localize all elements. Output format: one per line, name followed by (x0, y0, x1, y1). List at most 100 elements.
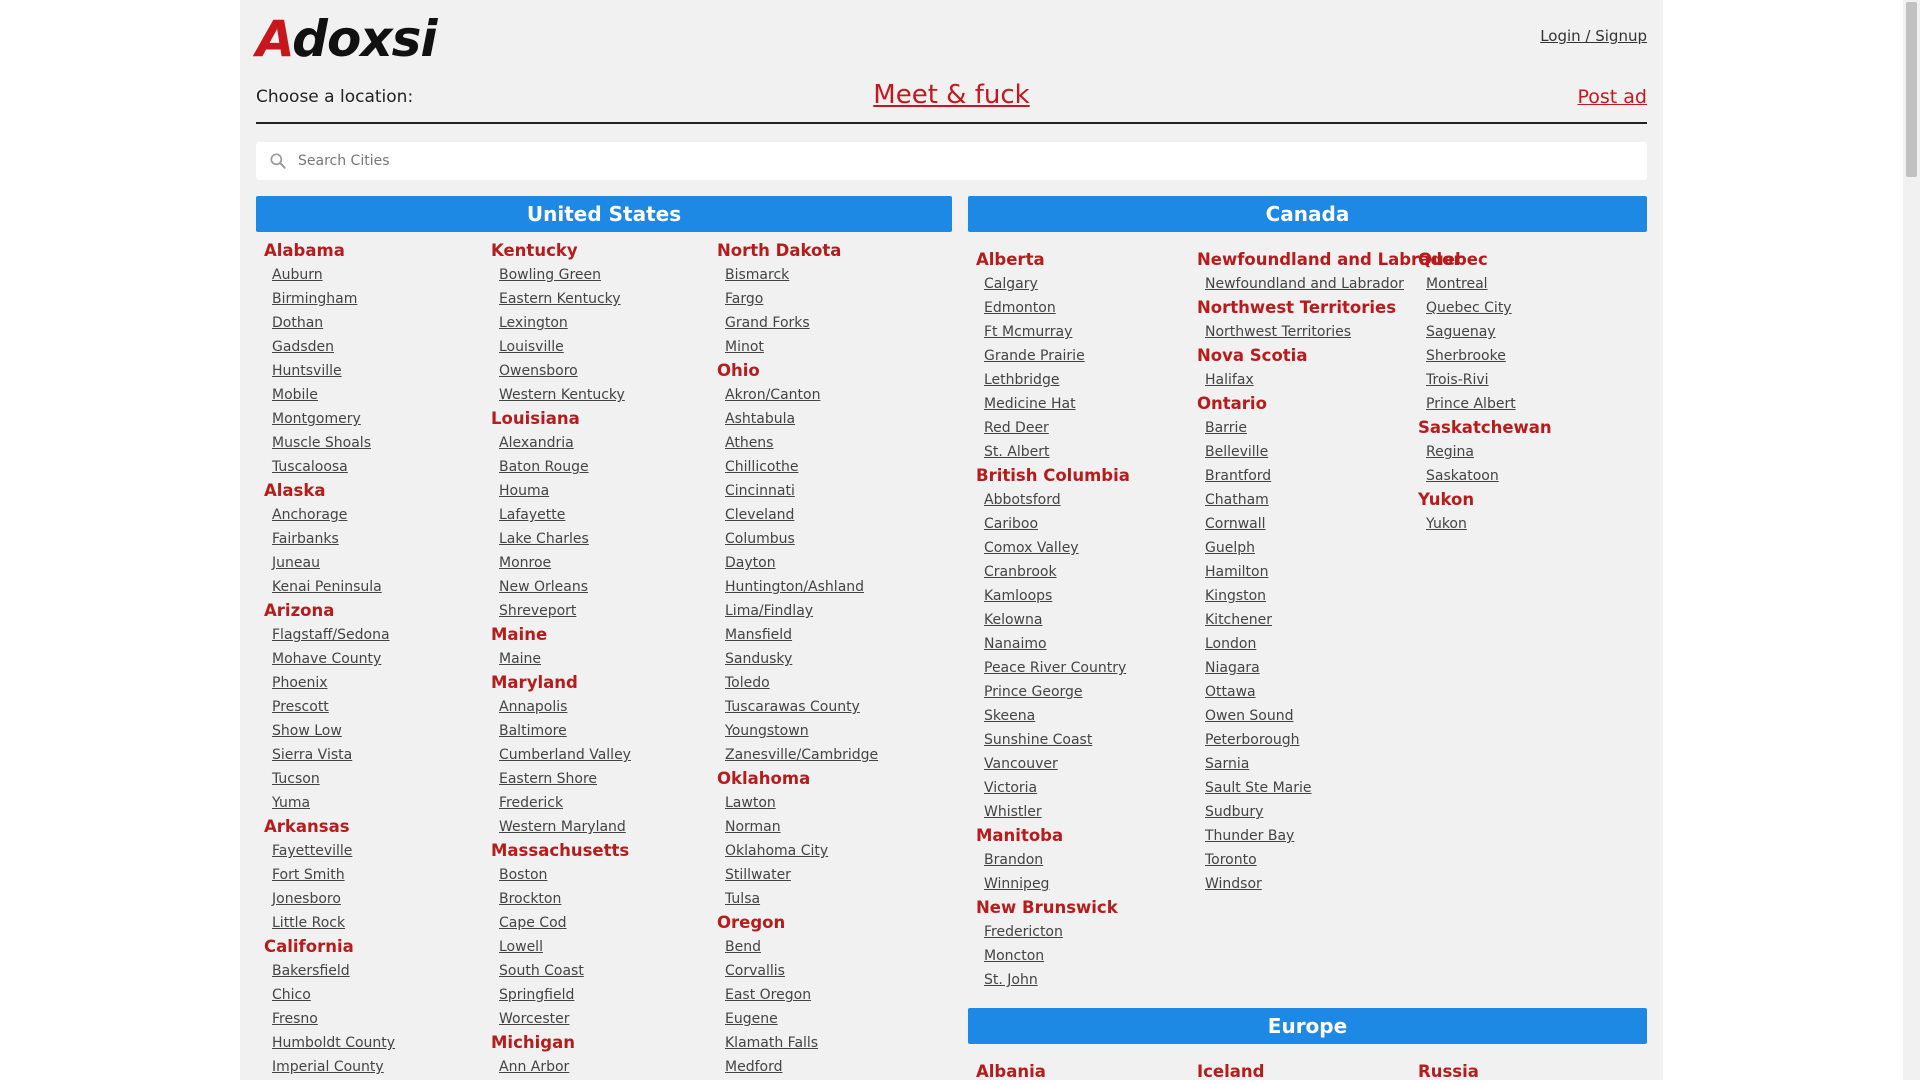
city-link[interactable]: Owensboro (483, 359, 705, 383)
city-link[interactable]: Western Kentucky (483, 383, 705, 407)
city-link[interactable]: Norman (709, 815, 931, 839)
city-link[interactable]: Youngstown (709, 719, 931, 743)
city-link[interactable]: Skeena (968, 704, 1190, 728)
scrollbar-thumb[interactable] (1906, 2, 1917, 177)
city-link[interactable]: Edmonton (968, 296, 1190, 320)
city-link[interactable]: Baton Rouge (483, 455, 705, 479)
city-link[interactable]: Yukon (1410, 512, 1632, 536)
city-link[interactable]: Mansfield (709, 623, 931, 647)
city-link[interactable]: Kamloops (968, 584, 1190, 608)
city-link[interactable]: Cincinnati (709, 479, 931, 503)
city-link[interactable]: Sault Ste Marie (1189, 776, 1411, 800)
city-link[interactable]: Stillwater (709, 863, 931, 887)
city-link[interactable]: Peterborough (1189, 728, 1411, 752)
city-link[interactable]: Prince Albert (1410, 392, 1632, 416)
city-link[interactable]: Chatham (1189, 488, 1411, 512)
city-link[interactable]: Flagstaff/Sedona (256, 623, 478, 647)
city-link[interactable]: Trois-Rivi (1410, 368, 1632, 392)
city-link[interactable]: Huntington/Ashland (709, 575, 931, 599)
city-link[interactable]: Corvallis (709, 959, 931, 983)
city-link[interactable]: Jonesboro (256, 887, 478, 911)
city-link[interactable]: Lafayette (483, 503, 705, 527)
city-link[interactable]: Sunshine Coast (968, 728, 1190, 752)
city-link[interactable]: Toledo (709, 671, 931, 695)
city-link[interactable]: Kelowna (968, 608, 1190, 632)
city-link[interactable]: South Coast (483, 959, 705, 983)
city-link[interactable]: Chillicothe (709, 455, 931, 479)
city-link[interactable]: Gadsden (256, 335, 478, 359)
city-link[interactable]: New Orleans (483, 575, 705, 599)
city-link[interactable]: Huntsville (256, 359, 478, 383)
city-link[interactable]: St. Albert (968, 440, 1190, 464)
city-link[interactable]: Bowling Green (483, 263, 705, 287)
city-link[interactable]: Bismarck (709, 263, 931, 287)
city-link[interactable]: Sherbrooke (1410, 344, 1632, 368)
city-link[interactable]: Lowell (483, 935, 705, 959)
city-link[interactable]: Annapolis (483, 695, 705, 719)
city-link[interactable]: Medford (709, 1055, 931, 1079)
city-link[interactable]: Cranbrook (968, 560, 1190, 584)
city-link[interactable]: Fort Smith (256, 863, 478, 887)
city-link[interactable]: Kingston (1189, 584, 1411, 608)
city-link[interactable]: Eastern Kentucky (483, 287, 705, 311)
city-link[interactable]: Worcester (483, 1007, 705, 1031)
city-link[interactable]: Vancouver (968, 752, 1190, 776)
city-link[interactable]: Brantford (1189, 464, 1411, 488)
city-link[interactable]: Lawton (709, 791, 931, 815)
city-link[interactable]: Quebec City (1410, 296, 1632, 320)
city-link[interactable]: Shreveport (483, 599, 705, 623)
city-link[interactable]: Muscle Shoals (256, 431, 478, 455)
city-link[interactable]: Cornwall (1189, 512, 1411, 536)
city-link[interactable]: Imperial County (256, 1055, 478, 1079)
search-cities-input[interactable] (296, 152, 1647, 170)
city-link[interactable]: Toronto (1189, 848, 1411, 872)
city-link[interactable]: Frederick (483, 791, 705, 815)
city-link[interactable]: Akron/Canton (709, 383, 931, 407)
city-link[interactable]: Guelph (1189, 536, 1411, 560)
city-link[interactable]: Owen Sound (1189, 704, 1411, 728)
city-link[interactable]: Tulsa (709, 887, 931, 911)
city-link[interactable]: Saguenay (1410, 320, 1632, 344)
city-link[interactable]: Cleveland (709, 503, 931, 527)
city-link[interactable]: Brockton (483, 887, 705, 911)
city-link[interactable]: Sudbury (1189, 800, 1411, 824)
city-link[interactable]: Louisville (483, 335, 705, 359)
city-link[interactable]: Zanesville/Cambridge (709, 743, 931, 767)
city-link[interactable]: Lake Charles (483, 527, 705, 551)
city-link[interactable]: Winnipeg (968, 872, 1190, 896)
city-link[interactable]: Eastern Shore (483, 767, 705, 791)
city-link[interactable]: Grande Prairie (968, 344, 1190, 368)
city-link[interactable]: Eugene (709, 1007, 931, 1031)
city-link[interactable]: Oklahoma City (709, 839, 931, 863)
city-link[interactable]: Show Low (256, 719, 478, 743)
city-link[interactable]: Boston (483, 863, 705, 887)
city-link[interactable]: St. John (968, 968, 1190, 992)
city-link[interactable]: Athens (709, 431, 931, 455)
city-link[interactable]: Maine (483, 647, 705, 671)
city-link[interactable]: Prescott (256, 695, 478, 719)
city-link[interactable]: Grand Forks (709, 311, 931, 335)
city-link[interactable]: Anchorage (256, 503, 478, 527)
city-link[interactable]: Humboldt County (256, 1031, 478, 1055)
city-link[interactable]: Klamath Falls (709, 1031, 931, 1055)
city-link[interactable]: Tuscaloosa (256, 455, 478, 479)
city-link[interactable]: Calgary (968, 272, 1190, 296)
city-link[interactable]: Western Maryland (483, 815, 705, 839)
city-link[interactable]: Monroe (483, 551, 705, 575)
city-link[interactable]: Auburn (256, 263, 478, 287)
city-link[interactable]: Montreal (1410, 272, 1632, 296)
city-link[interactable]: Montgomery (256, 407, 478, 431)
city-link[interactable]: Kenai Peninsula (256, 575, 478, 599)
city-link[interactable]: Mohave County (256, 647, 478, 671)
city-link[interactable]: Barrie (1189, 416, 1411, 440)
city-link[interactable]: Fairbanks (256, 527, 478, 551)
post-ad-link[interactable]: Post ad (1578, 86, 1648, 108)
city-link[interactable]: Baltimore (483, 719, 705, 743)
city-link[interactable]: Sarnia (1189, 752, 1411, 776)
city-link[interactable]: Halifax (1189, 368, 1411, 392)
city-link[interactable]: Cape Cod (483, 911, 705, 935)
city-link[interactable]: Comox Valley (968, 536, 1190, 560)
city-link[interactable]: Brandon (968, 848, 1190, 872)
city-link[interactable]: Nanaimo (968, 632, 1190, 656)
city-link[interactable]: Red Deer (968, 416, 1190, 440)
